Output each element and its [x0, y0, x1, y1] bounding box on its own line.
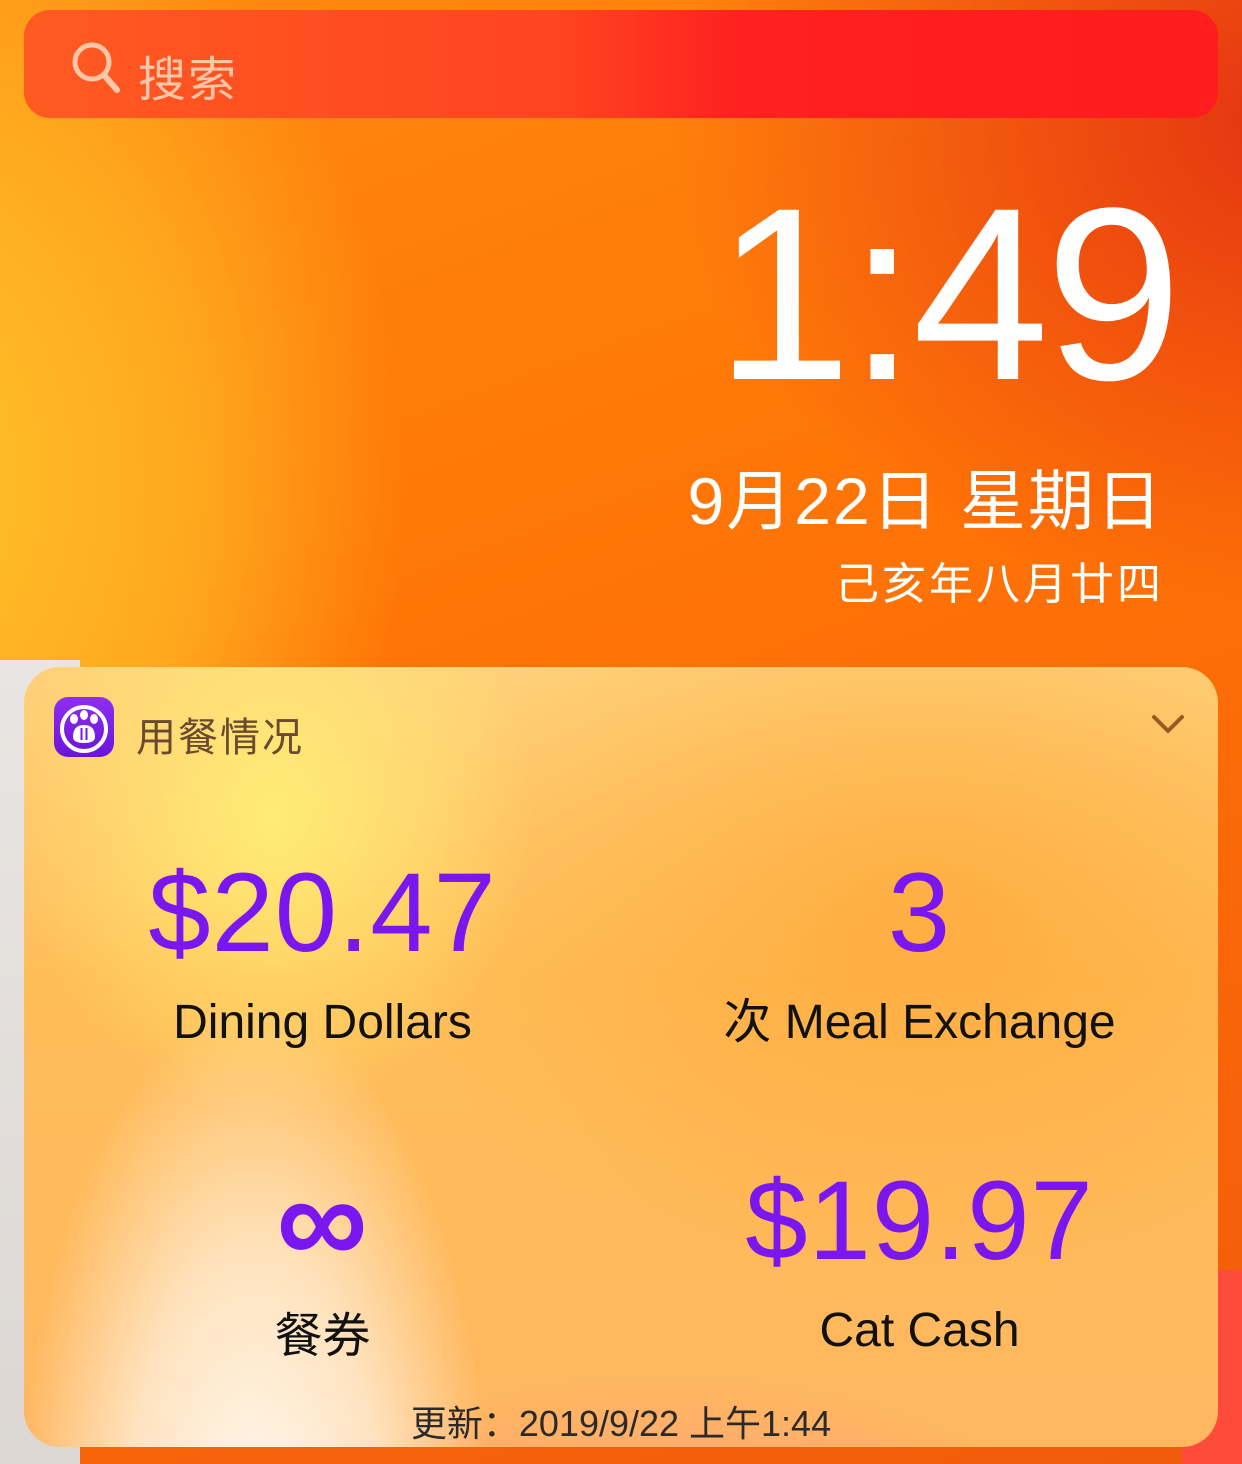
- lockscreen-time: 1:49: [715, 157, 1182, 432]
- widget-title: 用餐情况: [136, 716, 304, 760]
- stat-label: Cat Cash: [819, 1304, 1020, 1357]
- search-icon: [72, 42, 120, 93]
- last-updated: 更新：2019/9/22 上午1:44: [410, 1403, 832, 1444]
- stat-value: ∞: [276, 1149, 369, 1292]
- stat-meal-exchange: 3 次 Meal Exchange: [621, 857, 1218, 1047]
- paw-icon: [54, 697, 114, 757]
- stat-value: $19.97: [745, 1158, 1094, 1283]
- chevron-down-icon[interactable]: [1148, 709, 1188, 739]
- stat-cat-cash: $19.97 Cat Cash: [621, 1165, 1218, 1355]
- search-placeholder[interactable]: 搜索: [138, 40, 238, 110]
- stat-label: 餐券: [274, 1310, 371, 1363]
- stat-value: $20.47: [148, 850, 497, 975]
- stat-meal-tickets: ∞ 餐券: [24, 1157, 621, 1361]
- stat-label: Dining Dollars: [173, 996, 472, 1049]
- stat-label: 次 Meal Exchange: [723, 996, 1116, 1049]
- stat-value: 3: [887, 850, 952, 975]
- search-bar[interactable]: 搜索: [24, 10, 1218, 118]
- lockscreen-date: 9月22日 星期日: [687, 464, 1164, 538]
- stat-dining-dollars: $20.47 Dining Dollars: [24, 857, 621, 1047]
- lockscreen-lunar-date: 己亥年八月廿四: [835, 560, 1164, 609]
- dining-widget[interactable]: 用餐情况 $20.47 Dining Dollars 3 次 Meal Exch…: [24, 667, 1218, 1447]
- widget-header[interactable]: 用餐情况: [54, 697, 1188, 760]
